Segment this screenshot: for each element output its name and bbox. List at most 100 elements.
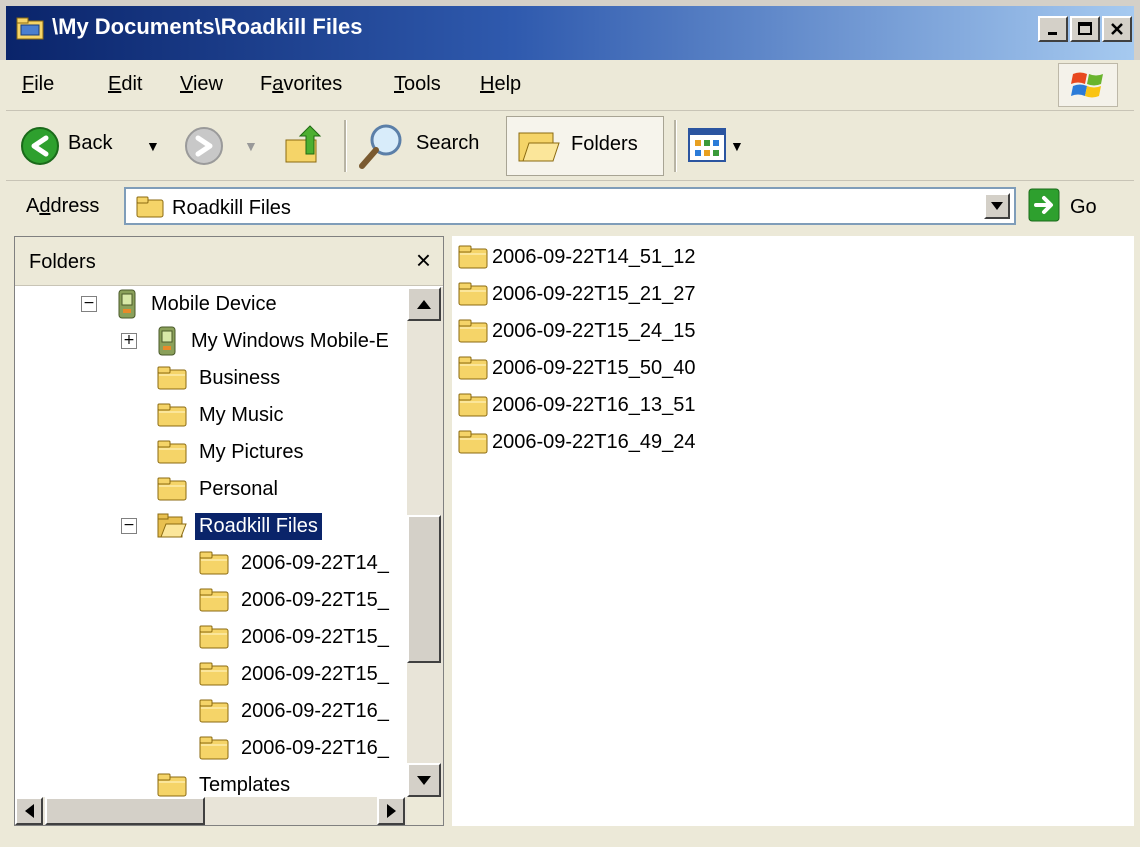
list-item-label: 2006-09-22T16_49_24: [492, 430, 696, 453]
tree-node[interactable]: 2006-09-22T16_: [199, 731, 393, 765]
folders-pane-close-icon[interactable]: ×: [416, 245, 431, 276]
tree-node[interactable]: My Windows Mobile-E: [157, 324, 393, 358]
up-folder-icon[interactable]: [282, 124, 326, 168]
back-dropdown-icon[interactable]: ▼: [146, 138, 160, 154]
folder-icon: [199, 625, 229, 649]
tree-node[interactable]: 2006-09-22T15_: [199, 583, 393, 617]
file-list-pane: 2006-09-22T14_51_12 2006-09-22T15_21_27 20…: [452, 236, 1134, 826]
go-button-label[interactable]: Go: [1070, 196, 1097, 219]
folder-icon: [458, 245, 488, 269]
open-folder-icon: [157, 513, 187, 538]
folders-button-label: Folders: [571, 133, 638, 155]
tree-node[interactable]: Templates: [157, 768, 294, 797]
scroll-right-button[interactable]: [377, 797, 405, 825]
maximize-button[interactable]: [1070, 16, 1100, 42]
tree-node-label: Mobile Device: [151, 292, 277, 315]
scroll-left-button[interactable]: [15, 797, 43, 825]
folders-pane: Folders × Mobile Device − My Windows Mobil…: [14, 236, 444, 826]
arrow-right-icon: [386, 804, 396, 818]
mobile-device-icon: [118, 289, 136, 319]
tree-node-label: My Pictures: [199, 440, 304, 463]
list-item[interactable]: 2006-09-22T15_21_27: [458, 277, 696, 311]
minimize-button[interactable]: [1038, 16, 1068, 42]
scrollbar-corner: [407, 797, 443, 825]
menu-file[interactable]: File: [22, 73, 54, 96]
tree-node[interactable]: 2006-09-22T15_: [199, 620, 393, 654]
list-item[interactable]: 2006-09-22T14_51_12: [458, 240, 696, 274]
folder-window-icon: [16, 17, 44, 40]
tree-node[interactable]: Business: [157, 361, 284, 395]
mobile-device-icon: [158, 326, 176, 356]
forward-dropdown-icon[interactable]: ▼: [244, 138, 258, 154]
search-button-label[interactable]: Search: [416, 132, 479, 155]
minimize-icon: [1048, 32, 1057, 35]
address-bar: Address Roadkill Files Go: [6, 182, 1134, 232]
address-dropdown-button[interactable]: [984, 193, 1010, 219]
tree-node[interactable]: Personal: [157, 472, 282, 506]
list-item[interactable]: 2006-09-22T16_13_51: [458, 388, 696, 422]
folders-icon: [518, 132, 560, 162]
window-title: \My Documents\Roadkill Files: [52, 14, 363, 39]
folder-icon: [458, 356, 488, 380]
views-dropdown-icon[interactable]: ▼: [730, 138, 744, 154]
tree-node-label: 2006-09-22T15_: [241, 625, 389, 648]
list-item[interactable]: 2006-09-22T15_50_40: [458, 351, 696, 385]
tree-node[interactable]: Roadkill Files: [157, 509, 322, 543]
folder-icon: [157, 773, 187, 797]
list-item[interactable]: 2006-09-22T15_24_15: [458, 314, 696, 348]
list-item[interactable]: 2006-09-22T16_49_24: [458, 425, 696, 459]
maximize-icon: [1078, 22, 1092, 35]
toolbar: Back ▼ ▼ Search Folders ▼: [6, 112, 1134, 181]
list-item-label: 2006-09-22T15_24_15: [492, 319, 696, 342]
folder-icon: [458, 430, 488, 454]
tree-node[interactable]: My Pictures: [157, 435, 307, 469]
search-icon[interactable]: [358, 122, 406, 170]
go-arrow-icon[interactable]: [1028, 188, 1060, 222]
scroll-up-button[interactable]: [407, 287, 441, 321]
menu-help[interactable]: Help: [480, 73, 521, 96]
horizontal-scrollbar[interactable]: [15, 797, 407, 825]
forward-arrow-icon[interactable]: [184, 126, 224, 166]
title-bar[interactable]: \My Documents\Roadkill Files: [0, 0, 1140, 60]
address-label: Address: [26, 195, 100, 217]
views-icon[interactable]: [688, 128, 726, 162]
folder-icon: [199, 551, 229, 575]
tree-node-label: 2006-09-22T14_: [241, 551, 389, 574]
folder-icon: [199, 588, 229, 612]
folder-icon: [157, 477, 187, 501]
tree-node[interactable]: 2006-09-22T14_: [199, 546, 393, 580]
menu-tools[interactable]: Tools: [394, 73, 441, 96]
tree-node-label: My Windows Mobile-E: [191, 329, 389, 352]
tree-node-label: 2006-09-22T16_: [241, 736, 389, 759]
tree-node-label: Roadkill Files: [195, 512, 322, 540]
arrow-down-icon: [417, 775, 431, 785]
address-input[interactable]: Roadkill Files: [124, 187, 1016, 225]
menu-edit[interactable]: Edit: [108, 73, 142, 96]
vertical-scroll-thumb[interactable]: [407, 515, 441, 663]
folder-icon: [199, 736, 229, 760]
back-button-label[interactable]: Back: [68, 132, 112, 155]
tree-node[interactable]: My Music: [157, 398, 287, 432]
horizontal-scroll-thumb[interactable]: [45, 797, 205, 825]
window-bottom-border: [0, 826, 1140, 847]
list-item-label: 2006-09-22T14_51_12: [492, 245, 696, 268]
folder-icon: [458, 319, 488, 343]
tree-node[interactable]: 2006-09-22T16_: [199, 694, 393, 728]
scroll-down-button[interactable]: [407, 763, 441, 797]
collapse-icon[interactable]: −: [121, 518, 137, 534]
close-button[interactable]: [1102, 16, 1132, 42]
folder-icon: [157, 440, 187, 464]
collapse-icon[interactable]: −: [81, 296, 97, 312]
back-arrow-icon[interactable]: [20, 126, 60, 166]
tree-node-label: 2006-09-22T15_: [241, 662, 389, 685]
folders-button[interactable]: Folders: [506, 116, 664, 176]
tree-node[interactable]: 2006-09-22T15_: [199, 657, 393, 691]
menu-view[interactable]: View: [180, 73, 223, 96]
tree-node[interactable]: Mobile Device: [117, 287, 281, 321]
expand-icon[interactable]: +: [121, 333, 137, 349]
address-value: Roadkill Files: [172, 197, 291, 219]
vertical-scrollbar[interactable]: [407, 287, 443, 797]
menu-favorites[interactable]: Favorites: [260, 73, 342, 96]
list-item-label: 2006-09-22T15_21_27: [492, 282, 696, 305]
tree-node-label: Business: [199, 366, 281, 389]
